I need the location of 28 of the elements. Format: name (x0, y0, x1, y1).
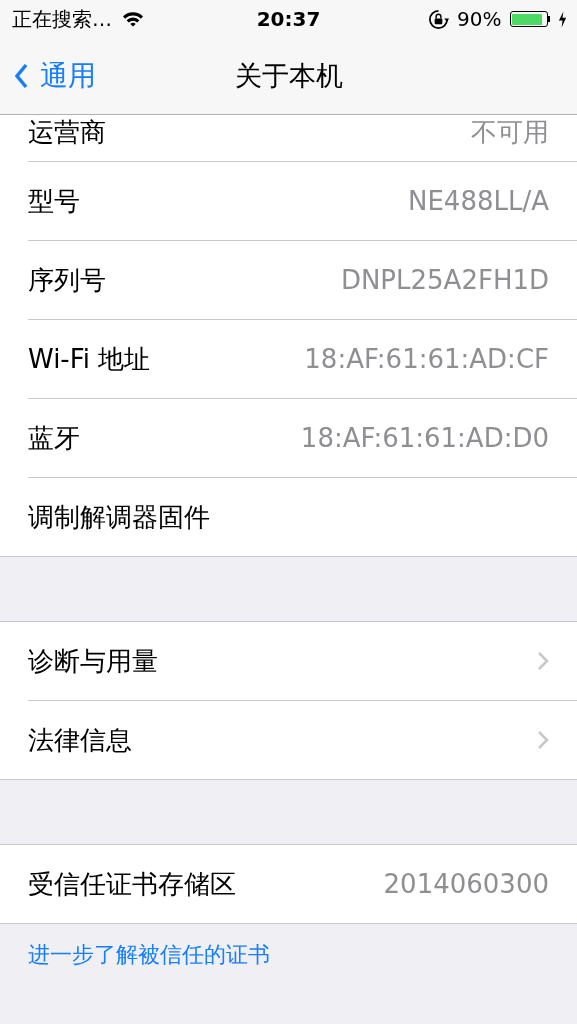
nav-title: 关于本机 (234, 59, 343, 93)
row-value: 不可用 (471, 116, 549, 149)
row-label: 运营商 (28, 116, 106, 149)
row-label: 诊断与用量 (28, 644, 158, 678)
wifi-icon (122, 11, 144, 27)
row-value: 2014060300 (383, 869, 549, 899)
row-value: 18:AF:61:61:AD:CF (304, 344, 549, 374)
carrier-text: 正在搜索… (12, 5, 112, 33)
row-label: 受信任证书存储区 (28, 867, 236, 901)
row-label: 法律信息 (28, 723, 132, 757)
row-label: 调制解调器固件 (28, 500, 210, 534)
battery-percent: 90% (457, 7, 502, 31)
chevron-icon (537, 651, 549, 671)
row-label: 蓝牙 (28, 421, 80, 455)
row-label: 型号 (28, 184, 80, 218)
chevron-icon (537, 730, 549, 750)
row-value: DNPL25A2FH1D (340, 265, 549, 295)
status-time: 20:37 (256, 7, 321, 31)
row-value: 18:AF:61:61:AD:D0 (300, 423, 549, 453)
row-label: 序列号 (28, 263, 106, 297)
row-value: NE488LL/A (407, 186, 549, 216)
menu-row[interactable]: 诊断与用量 (28, 622, 577, 701)
battery-icon (509, 11, 550, 27)
back-button[interactable]: 通用 (14, 57, 96, 95)
row-label: Wi-Fi 地址 (28, 342, 151, 376)
back-chevron-icon (14, 63, 28, 89)
menu-row[interactable]: 法律信息 (28, 701, 577, 779)
rotation-lock-icon (428, 8, 450, 30)
